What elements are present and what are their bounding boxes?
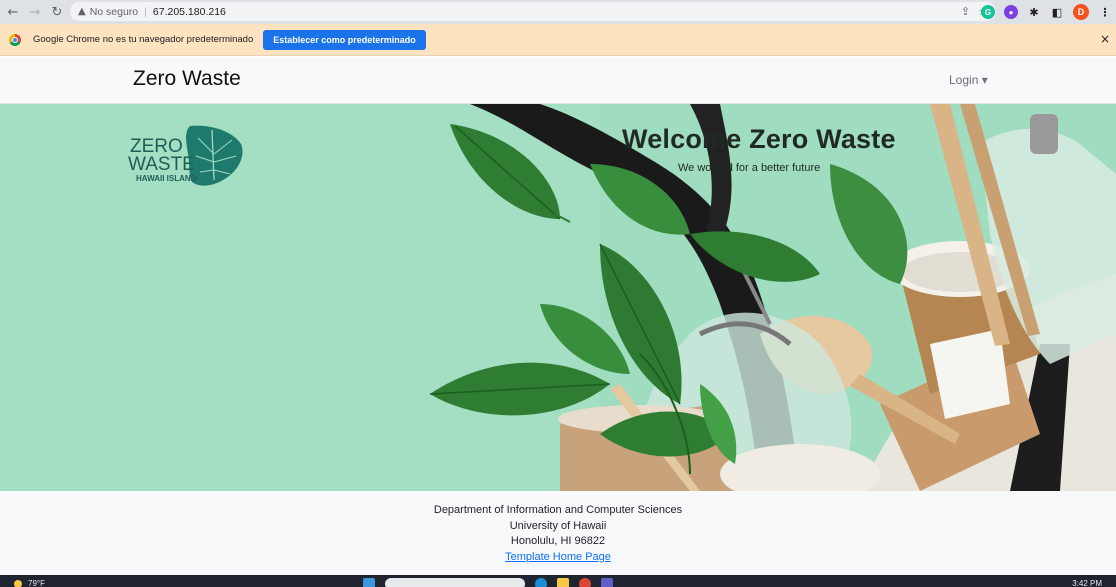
footer-address: Honolulu, HI 96822 [510,535,606,547]
extensions-puzzle-icon[interactable]: ✱ [1027,5,1041,19]
url-text[interactable]: 67.205.180.216 [153,6,226,18]
hero-banner: ZERO WASTE HAWAII ISLAND Welcome Zero Wa… [0,104,1116,491]
template-home-link[interactable]: Template Home Page [505,551,611,563]
edge-icon[interactable] [535,578,547,587]
svg-text:WASTE: WASTE [128,154,195,175]
weather-temp: 79°F [28,579,45,587]
store-icon[interactable] [601,578,613,587]
forward-arrow-icon[interactable]: → [26,3,44,21]
default-browser-infobar: Google Chrome no es tu navegador predete… [0,24,1116,56]
back-arrow-icon[interactable]: ← [4,3,22,21]
hero-title: Welcome Zero Waste [622,124,896,154]
site-brand[interactable]: Zero Waste [133,67,241,91]
site-navbar: Zero Waste Login ▾ [0,57,1116,104]
footer-department: Department of Information and Computer S… [433,504,683,516]
security-label[interactable]: No seguro [90,6,138,18]
os-taskbar: 79°F 3:42 PM [0,575,1116,587]
share-icon[interactable]: ⇪ [961,5,970,18]
taskbar-search-box[interactable] [385,578,525,587]
grammarly-extension-icon[interactable]: G [981,5,995,19]
infobar-message: Google Chrome no es tu navegador predete… [33,34,254,45]
side-panel-icon[interactable]: ◧ [1050,5,1064,19]
browser-toolbar: ← → ↻ ▲ No seguro | 67.205.180.216 ⇪ ☆ G… [0,0,1116,24]
taskbar-clock: 3:42 PM [1072,579,1102,587]
close-icon[interactable]: × [1100,32,1110,46]
login-dropdown[interactable]: Login ▾ [949,73,988,87]
chrome-taskbar-icon[interactable] [579,578,591,587]
purple-extension-icon[interactable]: ● [1004,5,1018,19]
weather-widget[interactable]: 79°F [14,579,45,587]
address-separator: | [144,5,147,18]
hero-subtitle: We worked for a better future [678,162,821,174]
address-bar[interactable]: ▲ No seguro | 67.205.180.216 ⇪ ☆ [70,2,996,21]
chrome-logo-icon [9,33,21,46]
sun-icon [14,579,22,587]
set-default-button[interactable]: Establecer como predeterminado [263,29,426,50]
taskbar-apps [363,578,613,587]
profile-avatar[interactable]: D [1073,4,1089,20]
chrome-menu-icon[interactable]: ⋮ [1098,5,1112,19]
windows-start-icon[interactable] [363,578,375,587]
svg-text:HAWAII ISLAND: HAWAII ISLAND [136,174,197,183]
file-explorer-icon[interactable] [557,578,569,587]
footer-university: University of Hawaii [509,519,607,532]
reload-icon[interactable]: ↻ [48,3,66,21]
site-footer: Department of Information and Computer S… [0,491,1116,575]
warning-icon: ▲ [78,6,86,17]
zero-waste-hawaii-logo: ZERO WASTE HAWAII ISLAND [128,125,243,186]
extensions-area: G ● ✱ ◧ D ⋮ [981,2,1112,22]
